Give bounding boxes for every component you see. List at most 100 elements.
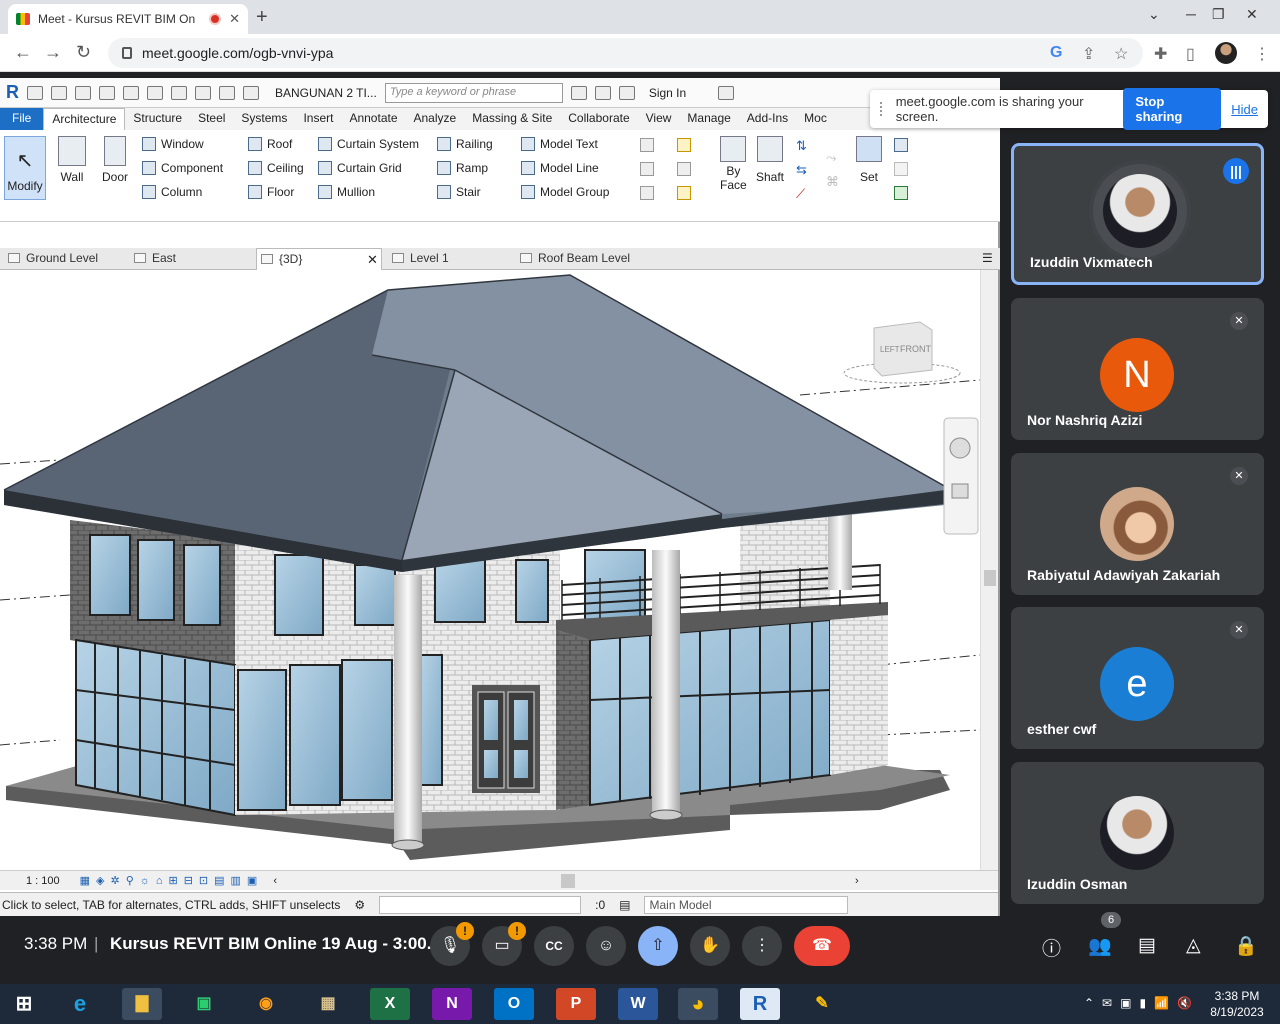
onenote-icon[interactable]: N <box>432 988 472 1020</box>
reload-icon[interactable]: ↻ <box>76 42 91 63</box>
participant-tile[interactable]: Izuddin Osman <box>1011 762 1264 904</box>
activities-icon[interactable]: ◬ <box>1186 934 1201 957</box>
horizontal-scroll-thumb[interactable] <box>561 873 575 888</box>
browser-tab[interactable]: Meet - Kursus REVIT BIM On ✕ <box>8 4 248 34</box>
profile-avatar[interactable] <box>1215 42 1237 64</box>
google-lens-icon[interactable]: G <box>1050 44 1062 62</box>
participant-tile[interactable]: e ✕ esther cwf <box>1011 607 1264 749</box>
system-tray-icons[interactable]: ⌃✉▣▮📶🔇 <box>1084 996 1200 1010</box>
area-icon[interactable] <box>640 162 654 176</box>
close-tab-icon[interactable]: ✕ <box>229 11 240 27</box>
address-bar[interactable]: meet.google.com/ogb-vnvi-ypa <box>108 38 1143 68</box>
excel-icon[interactable]: X <box>370 988 410 1020</box>
ribbon-tab-view[interactable]: View <box>638 108 680 130</box>
leave-call-icon[interactable]: ☎ <box>794 926 850 966</box>
binoculars-icon[interactable] <box>570 85 587 100</box>
favorites-star-icon[interactable] <box>618 85 635 100</box>
grid-icon[interactable]: ⟋ <box>796 186 805 202</box>
hide-banner-link[interactable]: Hide <box>1231 102 1258 117</box>
stop-sharing-button[interactable]: Stop sharing <box>1123 88 1222 130</box>
revit-taskbar-icon[interactable]: R <box>740 988 780 1020</box>
wall-button[interactable]: Wall <box>58 136 86 184</box>
mullion-button[interactable]: Mullion <box>318 185 375 199</box>
ribbon-tab-manage[interactable]: Manage <box>679 108 738 130</box>
subscription-icon[interactable] <box>594 85 611 100</box>
ribbon-tab-add-ins[interactable]: Add-Ins <box>739 108 796 130</box>
shaft-button[interactable]: Shaft <box>756 136 784 184</box>
paint-app-icon[interactable]: ◉ <box>246 988 286 1020</box>
side-panel-icon[interactable]: ▯ <box>1186 44 1195 64</box>
scroll-right-icon[interactable]: › <box>855 875 859 887</box>
show-workplane-icon[interactable] <box>894 138 908 152</box>
open-icon[interactable] <box>27 85 43 100</box>
view-tab-east[interactable]: East <box>134 251 176 265</box>
close-window-icon[interactable]: ✕ <box>1246 6 1258 23</box>
component-button[interactable]: Component <box>142 161 223 175</box>
ribbon-tab-insert[interactable]: Insert <box>295 108 341 130</box>
editable-only-icon[interactable]: ▤ <box>619 898 630 912</box>
viewcube-left-label[interactable]: LEFT <box>880 345 900 354</box>
ribbon-tab-collaborate[interactable]: Collaborate <box>560 108 637 130</box>
opening-icon[interactable] <box>677 138 691 152</box>
view-tab-3d[interactable]: {3D} ✕ <box>256 248 382 270</box>
vertical-scrollbar[interactable] <box>980 270 998 870</box>
model-group-button[interactable]: Model Group <box>521 185 609 199</box>
modify-button[interactable]: ↖ Modify <box>4 136 46 200</box>
powerpoint-icon[interactable]: P <box>556 988 596 1020</box>
chrome-icon[interactable]: ◕ <box>678 988 718 1020</box>
ramp-button[interactable]: Ramp <box>437 161 488 175</box>
vertical-opening-icon[interactable]: ⇅ <box>796 138 807 154</box>
back-icon[interactable]: ← <box>14 42 32 63</box>
windows-start-icon[interactable]: ⊞ <box>4 988 44 1020</box>
curtain-grid-button[interactable]: Curtain Grid <box>318 161 402 175</box>
model-line-button[interactable]: Model Line <box>521 161 599 175</box>
door-button[interactable]: Door <box>102 136 128 184</box>
participant-tile[interactable]: N ✕ Nor Nashriq Azizi <box>1011 298 1264 440</box>
outlook-icon[interactable]: O <box>494 988 534 1020</box>
chrome-menu-icon[interactable]: ⋮ <box>1254 44 1270 64</box>
emoji-reaction-icon[interactable]: ☺ <box>586 926 626 966</box>
captions-icon[interactable]: CC <box>534 926 574 966</box>
dormer-icon[interactable] <box>677 186 691 200</box>
extensions-icon[interactable]: ✚ <box>1154 44 1167 64</box>
sync-icon[interactable] <box>75 85 91 100</box>
forward-icon[interactable]: → <box>44 42 62 63</box>
people-icon[interactable]: 👥 <box>1088 934 1112 958</box>
minimize-icon[interactable]: ─ <box>1186 6 1196 22</box>
more-options-icon[interactable]: ⋮ <box>742 926 782 966</box>
measure-icon[interactable] <box>171 85 187 100</box>
calculator-app-icon[interactable]: ▦ <box>308 988 348 1020</box>
3d-view-canvas[interactable]: LEFT FRONT <box>0 270 980 870</box>
view-list-icon[interactable]: ☰ <box>982 251 993 265</box>
column-button[interactable]: Column <box>142 185 202 199</box>
cart-icon[interactable] <box>718 85 735 100</box>
viewer-icon[interactable] <box>894 186 908 200</box>
ribbon-tab-file[interactable]: File <box>0 108 44 130</box>
railing-button[interactable]: Railing <box>437 137 493 151</box>
store-icon[interactable]: ▣ <box>184 988 224 1020</box>
host-controls-icon[interactable]: 🔒 <box>1234 934 1258 958</box>
raise-hand-icon[interactable]: ✋ <box>690 926 730 966</box>
keyword-search-input[interactable]: Type a keyword or phrase <box>384 82 563 103</box>
tab-search-icon[interactable]: ⌄ <box>1148 6 1160 23</box>
tag-icon[interactable] <box>219 85 235 100</box>
set-button[interactable]: Set <box>856 136 882 184</box>
participant-tile[interactable]: ✕ Rabiyatul Adawiyah Zakariah <box>1011 453 1264 595</box>
workset-select[interactable] <box>379 895 582 914</box>
present-screen-icon[interactable]: ⇧ <box>638 926 678 966</box>
ribbon-tab-annotate[interactable]: Annotate <box>341 108 405 130</box>
viewcube-front-label[interactable]: FRONT <box>900 344 931 354</box>
word-icon[interactable]: W <box>618 988 658 1020</box>
worksets-icon[interactable]: ⚙ <box>354 898 365 912</box>
new-tab-button[interactable]: + <box>256 6 268 29</box>
ribbon-tab-structure[interactable]: Structure <box>125 108 190 130</box>
file-explorer-icon[interactable]: ▇ <box>122 988 162 1020</box>
filter-count[interactable]: :0 <box>595 898 605 912</box>
roof-button[interactable]: Roof <box>248 137 292 151</box>
meeting-info-icon[interactable]: ⓘ <box>1042 934 1061 961</box>
participant-tile[interactable]: ||| Izuddin Vixmatech <box>1011 143 1264 285</box>
tag-room-icon[interactable] <box>640 186 654 200</box>
bookmark-star-icon[interactable]: ☆ <box>1114 44 1128 64</box>
design-option-select[interactable]: Main Model <box>644 895 849 914</box>
by-face-button[interactable]: By Face <box>720 136 747 192</box>
